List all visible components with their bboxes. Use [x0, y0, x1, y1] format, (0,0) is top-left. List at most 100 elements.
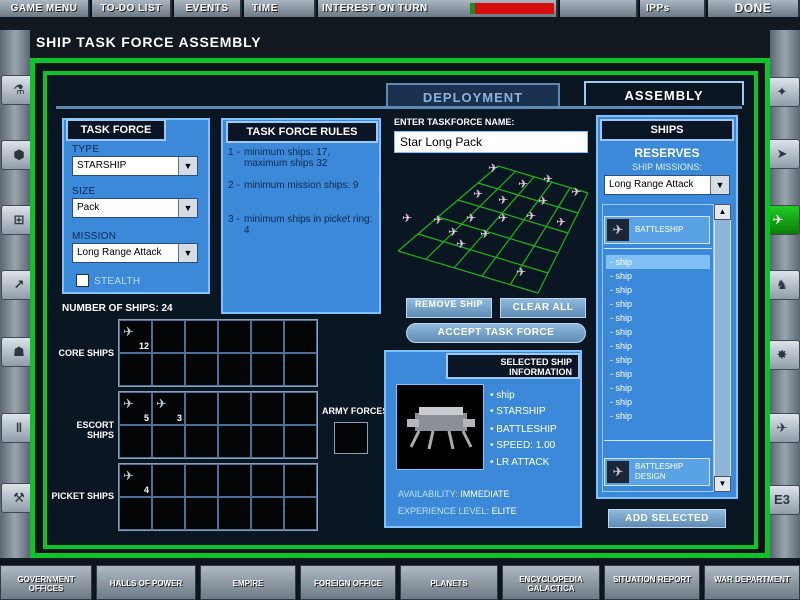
formation-view[interactable]: ✈✈ ✈✈✈ ✈ ✈✈ ✈ ✈ ✈ ✈ ✈✈✈✈✈: [388, 158, 590, 296]
type-label: TYPE: [72, 144, 100, 155]
scroll-up-icon[interactable]: ▲: [714, 204, 731, 220]
picket-slot[interactable]: [185, 464, 218, 497]
battleship-group-header[interactable]: ✈ BATTLESHIP: [604, 216, 710, 244]
rule-2-num: 2 -: [228, 180, 240, 191]
picket-slot[interactable]: [119, 497, 152, 530]
type-dropdown[interactable]: STARSHIP ▼: [72, 156, 198, 176]
core-slot[interactable]: [152, 353, 185, 386]
escort-slot[interactable]: [185, 392, 218, 425]
info-ship-name: • ship: [490, 390, 515, 401]
picket-slot[interactable]: [152, 497, 185, 530]
encyclopedia-galactica-button[interactable]: ENCYCLOPEDIA GALACTICA: [502, 565, 600, 600]
core-slot[interactable]: [218, 320, 251, 353]
list-item[interactable]: - ship: [606, 381, 710, 395]
list-item[interactable]: - ship: [606, 297, 710, 311]
time-button[interactable]: TIME: [244, 0, 316, 17]
clear-all-button[interactable]: CLEAR ALL: [500, 298, 586, 318]
escort-slot[interactable]: [152, 425, 185, 458]
list-item[interactable]: - ship: [606, 311, 710, 325]
war-department-button[interactable]: WAR DEPARTMENT: [704, 565, 800, 600]
picket-slot[interactable]: [185, 497, 218, 530]
type-value: STARSHIP: [77, 160, 127, 171]
empire-button[interactable]: EMPIRE: [200, 565, 296, 600]
rule-1-num: 1 -: [228, 147, 240, 158]
list-item[interactable]: - ship: [606, 409, 710, 423]
ships-list-scrollbar[interactable]: [714, 204, 731, 492]
mission-label: MISSION: [72, 231, 117, 242]
core-slot[interactable]: [284, 353, 317, 386]
taskforce-name-input[interactable]: Star Long Pack: [394, 131, 588, 153]
stealth-checkbox[interactable]: [76, 274, 89, 287]
ship-marker-15: ✈: [456, 237, 466, 251]
ship-missions-dropdown[interactable]: Long Range Attack ▼: [604, 175, 730, 195]
escort-ships-grid[interactable]: ✈ 5 ✈ 3: [118, 391, 318, 459]
picket-ships-label: PICKET SHIPS: [51, 491, 114, 501]
core-slot[interactable]: [119, 353, 152, 386]
core-slot[interactable]: [251, 353, 284, 386]
events-button[interactable]: EVENTS: [174, 0, 242, 17]
accept-task-force-button[interactable]: ACCEPT TASK FORCE: [406, 323, 586, 343]
core-slot[interactable]: [185, 320, 218, 353]
battleship-design-item[interactable]: ✈ BATTLESHIP DESIGN: [604, 458, 710, 486]
ship-marker-8: ✈: [402, 211, 412, 225]
mission-dropdown[interactable]: Long Range Attack ▼: [72, 243, 198, 263]
planets-button[interactable]: PLANETS: [400, 565, 498, 600]
escort-slot[interactable]: [218, 392, 251, 425]
picket-slot[interactable]: [251, 464, 284, 497]
chevron-down-icon: ▼: [178, 157, 197, 175]
core-slot[interactable]: ✈ 12: [119, 320, 152, 353]
escort-slot[interactable]: ✈ 3: [152, 392, 185, 425]
rule-1: minimum ships: 17, maximum ships 32: [244, 147, 331, 169]
escort-slot[interactable]: [284, 425, 317, 458]
list-item[interactable]: - ship: [606, 325, 710, 339]
list-item[interactable]: - ship: [606, 339, 710, 353]
experience-value: ELITE: [491, 506, 517, 516]
tab-assembly[interactable]: ASSEMBLY: [584, 81, 744, 105]
list-item[interactable]: - ship: [606, 269, 710, 283]
remove-ship-button[interactable]: REMOVE SHIP: [406, 298, 492, 318]
escort-slot[interactable]: [218, 425, 251, 458]
list-item[interactable]: - ship: [606, 367, 710, 381]
list-item[interactable]: - ship: [606, 395, 710, 409]
list-item[interactable]: - ship: [606, 353, 710, 367]
ship-portrait: [396, 384, 484, 470]
escort-slot[interactable]: [185, 425, 218, 458]
situation-report-button[interactable]: SITUATION REPORT: [604, 565, 700, 600]
escort-slot[interactable]: [284, 392, 317, 425]
size-dropdown[interactable]: Pack ▼: [72, 198, 198, 218]
core-slot[interactable]: [284, 320, 317, 353]
core-ships-grid[interactable]: ✈ 12: [118, 319, 318, 387]
done-button[interactable]: DONE: [708, 0, 800, 17]
scroll-down-icon[interactable]: ▼: [714, 476, 731, 492]
list-item-ship-selected[interactable]: - ship: [606, 255, 710, 269]
halls-of-power-button[interactable]: HALLS OF POWER: [96, 565, 196, 600]
game-menu-button[interactable]: GAME MENU: [0, 0, 90, 17]
list-item[interactable]: - ship: [606, 283, 710, 297]
picket-ships-grid[interactable]: ✈ 4: [118, 463, 318, 531]
picket-slot[interactable]: [284, 497, 317, 530]
escort-slot[interactable]: [251, 392, 284, 425]
core-slot[interactable]: [185, 353, 218, 386]
frigate-icon: ✈: [156, 396, 167, 411]
escort-slot[interactable]: ✈ 5: [119, 392, 152, 425]
tab-deployment[interactable]: DEPLOYMENT: [386, 83, 560, 107]
picket-slot[interactable]: ✈ 4: [119, 464, 152, 497]
core-slot[interactable]: [152, 320, 185, 353]
picket-slot[interactable]: [218, 497, 251, 530]
escort-slot[interactable]: [119, 425, 152, 458]
ipps-display: IPPs: [640, 0, 706, 17]
core-slot[interactable]: [251, 320, 284, 353]
government-offices-button[interactable]: GOVERNMENT OFFICES: [0, 565, 92, 600]
number-of-ships-label: NUMBER OF SHIPS:: [62, 303, 159, 314]
picket-slot[interactable]: [251, 497, 284, 530]
picket-slot[interactable]: [218, 464, 251, 497]
core-slot[interactable]: [218, 353, 251, 386]
foreign-office-button[interactable]: FOREIGN OFFICE: [300, 565, 396, 600]
army-forces-slot[interactable]: [334, 422, 368, 454]
todo-list-button[interactable]: TO-DO LIST: [92, 0, 172, 17]
add-selected-button[interactable]: ADD SELECTED: [608, 509, 726, 528]
picket-slot[interactable]: [284, 464, 317, 497]
rule-3-num: 3 -: [228, 214, 240, 225]
escort-slot[interactable]: [251, 425, 284, 458]
picket-slot[interactable]: [152, 464, 185, 497]
